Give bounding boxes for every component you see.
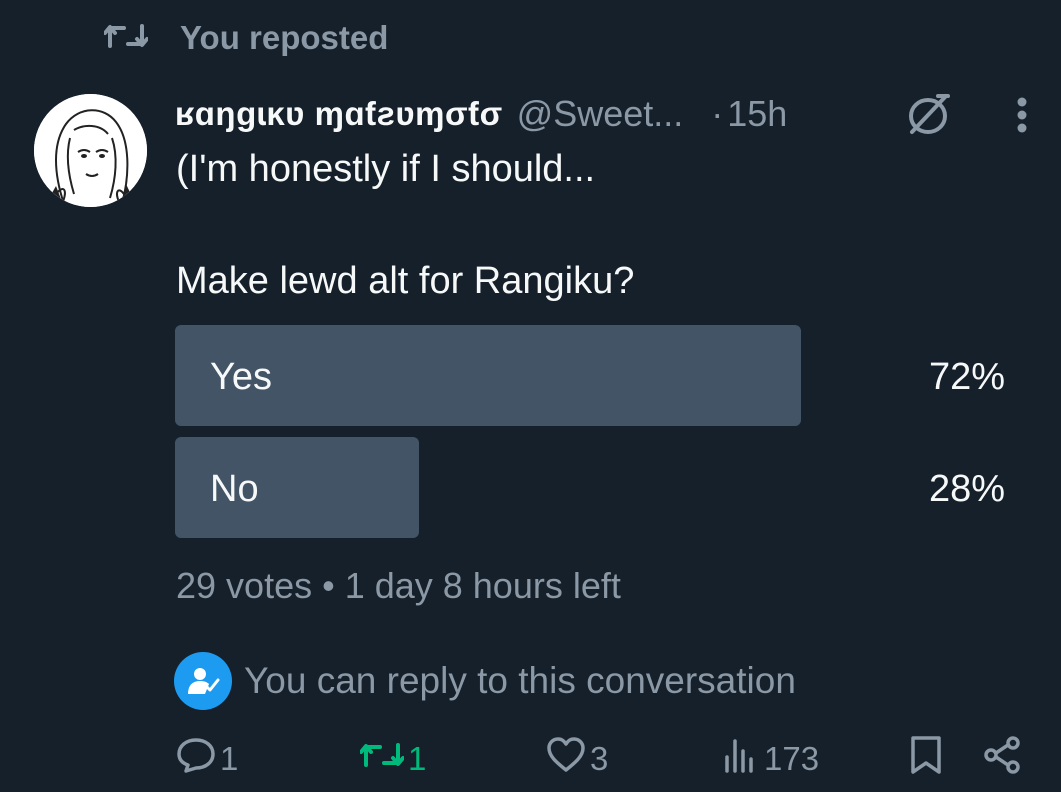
reply-restriction-icon (174, 652, 232, 710)
separator-dot: · (711, 93, 724, 134)
poll-question: Make lewd alt for Rangiku? (176, 260, 635, 302)
verified-off-icon (904, 92, 952, 141)
reply-restriction: You can reply to this conversation (174, 652, 796, 710)
like-icon (546, 737, 586, 781)
like-button[interactable]: 3 (546, 735, 608, 783)
repost-context: You reposted (103, 18, 389, 58)
repost-icon (359, 739, 405, 779)
poll-meta: 29 votes • 1 day 8 hours left (176, 565, 621, 606)
tweet-header: ʁɑŋɡɩĸʋ ɱɑƭƨʋɱσƭσ @Sweet... · 15h (175, 88, 787, 140)
repost-label: You reposted (180, 19, 389, 56)
bookmark-button[interactable] (908, 735, 944, 783)
more-icon[interactable] (1012, 96, 1032, 141)
author-handle[interactable]: @Sweet... (517, 93, 684, 135)
repost-button[interactable]: 1 (359, 735, 427, 783)
avatar[interactable] (34, 94, 147, 207)
reply-count: 1 (220, 740, 239, 777)
poll-option-no: No (210, 468, 259, 510)
repost-icon (103, 20, 149, 57)
poll-option-yes: Yes (210, 356, 272, 398)
tweet-text: (I'm honestly if I should... (176, 148, 596, 190)
reply-button[interactable]: 1 (176, 735, 238, 783)
views-count: 173 (764, 740, 820, 777)
poll-percent-yes: 72% (928, 356, 1005, 398)
author-display-name[interactable]: ʁɑŋɡɩĸʋ ɱɑƭƨʋɱσƭσ (175, 95, 503, 133)
poll-percent-no: 28% (928, 468, 1005, 510)
reply-restriction-text: You can reply to this conversation (244, 660, 796, 701)
views-button[interactable]: 173 (722, 735, 819, 783)
like-count: 3 (590, 740, 609, 777)
share-button[interactable] (982, 735, 1024, 783)
reply-icon (176, 737, 216, 781)
bookmark-icon (908, 735, 944, 783)
share-icon (982, 735, 1024, 783)
views-icon (722, 737, 760, 781)
repost-count: 1 (408, 740, 427, 777)
tweet-time[interactable]: 15h (727, 93, 787, 135)
